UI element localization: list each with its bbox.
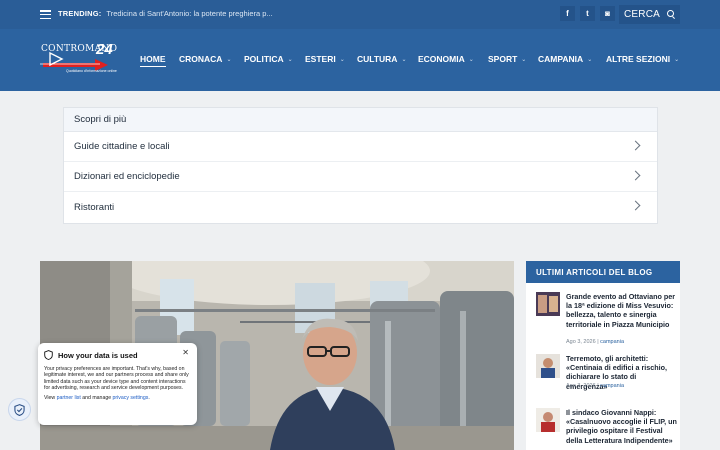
post-image [536,354,560,378]
trending-headline[interactable]: Tredicina di Sant'Antonio: la potente pr… [106,9,272,18]
nav-politica[interactable]: POLITICA ⌄ [244,54,293,64]
discover-item-label: Ristoranti [74,201,115,213]
nav-label: ESTERI [305,54,336,64]
consent-title: How your data is used [58,350,138,360]
post-image [536,292,560,316]
top-bar: TRENDING: Tredicina di Sant'Antonio: la … [0,0,720,29]
chevron-right-icon [630,140,641,151]
chevron-down-icon: ⌄ [521,56,527,63]
nav-economia[interactable]: ECONOMIA ⌄ [418,54,474,64]
sidebar-title: ULTIMI ARTICOLI DEL BLOG [526,261,680,283]
consent-header: How your data is used [44,350,191,360]
post-date: Ago 3, 2026 [566,339,596,345]
privacy-settings-button[interactable] [8,398,31,421]
nav-esteri[interactable]: ESTERI ⌄ [305,54,345,64]
trending-label: TRENDING: [58,9,102,18]
consent-text: Your privacy preferences are important. … [44,366,189,392]
close-icon[interactable]: ✕ [182,348,189,357]
nav-cronaca[interactable]: CRONACA ⌄ [179,54,231,64]
nav-label: HOME [140,54,166,64]
nav-label: CULTURA [357,54,398,64]
post-meta: Ago 3, 2026 | campania [566,383,625,389]
logo-subtitle: Quotidiano d'informazione online [66,69,117,73]
discover-item[interactable]: Guide cittadine e locali [64,132,657,162]
chevron-down-icon: ⌄ [339,56,345,63]
nav-sport[interactable]: SPORT ⌄ [488,54,526,64]
site-logo[interactable]: CONTROMANO 24 Quotidiano d'informazione … [40,41,122,76]
post-thumbnail[interactable] [536,408,560,432]
discover-item-label: Dizionari ed enciclopedie [74,171,180,182]
chevron-down-icon: ⌄ [587,56,593,63]
post-thumbnail[interactable] [536,292,560,316]
chevron-down-icon: ⌄ [674,56,680,63]
discover-title: Scopri di più [64,108,657,132]
chevron-right-icon [630,170,641,181]
post-image [536,408,560,432]
search-box[interactable]: CERCA [619,5,680,24]
search-icon[interactable] [667,10,674,17]
consent-links-middle: and manage [80,394,113,401]
chevron-right-icon [630,200,641,211]
nav-label: POLITICA [244,54,284,64]
post-date: Ago 3, 2026 [566,383,596,389]
list-item[interactable]: Grande evento ad Ottaviano per la 18ª ed… [536,292,678,345]
nav-label: ECONOMIA [418,54,465,64]
facebook-icon[interactable]: f [560,6,575,21]
trending-ticker[interactable]: TRENDING: Tredicina di Sant'Antonio: la … [58,9,273,18]
post-category[interactable]: campania [600,383,624,389]
nav-altre-sezioni[interactable]: ALTRE SEZIONI ⌄ [606,54,679,64]
main-header: CONTROMANO 24 Quotidiano d'informazione … [0,29,720,91]
consent-links-prefix: View [44,394,57,401]
nav-label: SPORT [488,54,518,64]
post-title[interactable]: Il sindaco Giovanni Nappi: «Casalnuovo a… [566,408,678,445]
nav-campania[interactable]: CAMPANIA ⌄ [538,54,592,64]
list-item[interactable]: Il sindaco Giovanni Nappi: «Casalnuovo a… [536,408,678,450]
chevron-down-icon: ⌄ [401,56,407,63]
chevron-down-icon: ⌄ [287,56,293,63]
post-thumbnail[interactable] [536,354,560,378]
chevron-down-icon: ⌄ [226,56,232,63]
nav-home[interactable]: HOME [140,54,166,67]
post-title[interactable]: Grande evento ad Ottaviano per la 18ª ed… [566,292,678,329]
twitter-icon[interactable]: t [580,6,595,21]
consent-links: View partner list and manage privacy set… [44,395,191,401]
discover-item[interactable]: Dizionari ed enciclopedie [64,162,657,192]
post-category[interactable]: campania [600,339,624,345]
discover-more-box: Scopri di più Guide cittadine e locali D… [63,107,658,224]
instagram-icon[interactable]: ◙ [600,6,615,21]
chevron-down-icon: ⌄ [468,56,474,63]
discover-item-label: Guide cittadine e locali [74,141,170,152]
shield-icon [44,350,53,360]
menu-icon[interactable] [40,10,51,19]
nav-label: CRONACA [179,54,223,64]
nav-label: CAMPANIA [538,54,584,64]
privacy-consent-dialog: How your data is used ✕ Your privacy pre… [38,343,197,425]
search-label[interactable]: CERCA [624,9,660,20]
recent-posts-list: Grande evento ad Ottaviano per la 18ª ed… [526,283,680,450]
nav-cultura[interactable]: CULTURA ⌄ [357,54,406,64]
logo-number: 24 [96,41,113,58]
discover-item[interactable]: Ristoranti [64,192,657,222]
post-meta: Ago 3, 2026 | campania [566,339,625,345]
list-item[interactable]: Terremoto, gli architetti: «Centinaia di… [536,354,676,394]
privacy-settings-link[interactable]: privacy settings [113,395,149,401]
consent-links-suffix: . [148,394,150,401]
nav-label: ALTRE SEZIONI [606,54,671,64]
partner-list-link[interactable]: partner list [57,395,81,401]
shield-check-icon [14,403,25,416]
